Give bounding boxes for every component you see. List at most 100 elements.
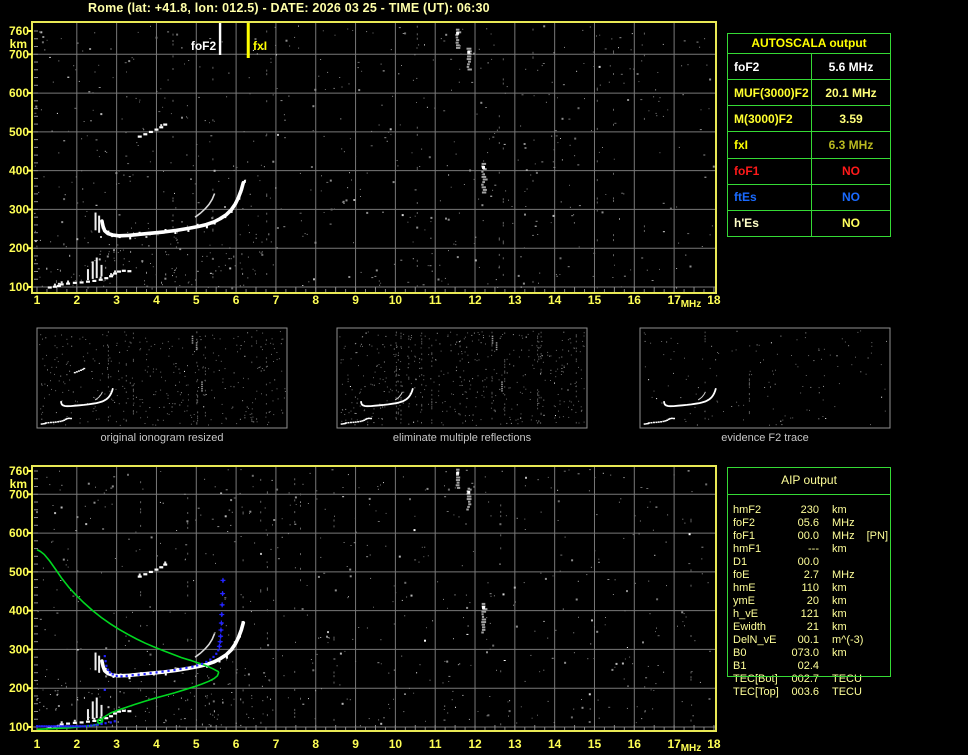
aip-value: 00.0 [797,530,819,542]
aip-value: 002.7 [791,673,819,685]
y-tick-label: 300 [9,642,29,656]
aip-name: foF1 [733,530,756,542]
aip-value: --- [808,543,819,555]
y-tick-label: 600 [9,526,29,540]
x-tick-label: 2 [73,293,80,307]
thumbnail-caption-original: original ionogram resized [100,432,224,444]
x-tick-label: 5 [193,293,200,307]
x-tick-label: 1 [34,737,41,751]
autoscala-row-label: MUF(3000)F2 [728,80,812,106]
svg-bottom-border [31,465,717,732]
marker-label-fxI: fxI [253,39,267,53]
svg-bottom-F-trace-retardation [94,652,101,673]
aip-name: B1 [733,660,747,672]
aip-unit: km [832,595,847,607]
aip-name: B0 [733,647,747,659]
x-tick-label: 5 [193,737,200,751]
aip-name: hmF1 [733,543,762,555]
aip-row-hve: h_vE 121 km [733,608,897,621]
svg-bottom-traces [36,468,488,731]
x-tick-label: 7 [273,293,280,307]
svg-top-interference-streaks [455,28,488,194]
aip-name: TEC[Bot] [733,673,778,685]
aip-row-foe: foE 2.7 MHz [733,569,897,582]
aip-name: D1 [733,556,748,568]
autoscala-table-header: AUTOSCALA output [728,34,890,54]
autoscala-output-table: AUTOSCALA output foF2 5.6 MHz MUF(3000)F2 2… [727,33,891,237]
aip-table-rows: hmF2 230 km foF2 05.6 MHz foF1 00.0 MHz [PN] hmF1 -… [733,504,897,699]
autoscala-row-value: 5.6 MHz [828,59,874,74]
aip-name: Ewidth [733,621,767,633]
aip-value: 20 [806,595,819,607]
aip-extra: [PN] [866,530,889,542]
marker-line-fxI [246,23,250,58]
y-tick-label: 500 [9,125,29,139]
aip-value: 21 [806,621,819,633]
y-tick-label: 600 [9,86,29,100]
autoscala-row-fxi: fxI 6.3 MHz [728,131,890,158]
y-tick-label: 100 [9,280,29,294]
x-tick-label: 17 [667,737,681,751]
aip-row-yme: ymE 20 km [733,595,897,608]
svg-top-E-layer-trace [47,269,132,289]
x-tick-label: 15 [588,293,602,307]
aip-output-table: AIP output hmF2 230 km foF2 05.6 MHz foF1 00.0 M… [727,467,899,707]
y-tick-label: 400 [9,164,29,178]
svg-top-noise [34,25,715,290]
aip-value: 110 [801,582,819,594]
x-tick-label: 9 [352,293,359,307]
y-tick-label: 760 [9,464,29,478]
y-tick-label: 300 [9,202,29,216]
aip-unit: MHz [832,569,855,581]
autoscala-row-fof1: foF1 NO [728,157,890,184]
x-tick-label: 7 [273,737,280,751]
thumbnail-caption-evidence: evidence F2 trace [721,432,809,444]
bottom-ionogram-plot: 100200300400500600700760km1 2 3 4 5 6 7 8 9 10 11 1… [9,464,721,754]
aip-row-delnve: DelN_vE 00.1 m^(-3) [733,634,897,647]
x-axis-unit: MHz [681,299,702,310]
aip-unit: km [832,621,847,633]
aip-unit: km [832,543,847,555]
autoscala-row-value: 6.3 MHz [828,137,874,152]
autoscala-row-fof2: foF2 5.6 MHz [728,54,890,80]
aip-row-b0: B0 073.0 km [733,647,897,660]
x-tick-label: 18 [707,293,721,307]
x-tick-label: 10 [389,293,403,307]
thumbnail-caption-eliminate: eliminate multiple reflections [392,432,532,444]
thumbnail-2 [639,327,891,429]
thumbnail-0 [36,327,288,429]
x-tick-label: 9 [352,737,359,751]
aip-name: DelN_vE [733,634,777,646]
y-tick-label: 500 [9,565,29,579]
autoscala-row-label: fxI [728,132,812,158]
x-tick-label: 3 [113,737,120,751]
x-tick-label: 6 [233,737,240,751]
autoscala-row-ftes: ftEs NO [728,183,890,210]
aip-value: 003.6 [791,686,819,698]
autoscala-row-label: foF1 [728,158,812,184]
aip-row-d1: D1 00.0 [733,556,897,569]
x-tick-label: 13 [508,737,522,751]
aip-value: 230 [800,504,819,516]
svg-top-grid [33,23,715,292]
thumbnail-border [36,327,288,429]
x-tick-label: 17 [667,293,681,307]
y-tick-label: 760 [9,24,29,38]
x-tick-label: 3 [113,293,120,307]
aip-value: 121 [800,608,819,620]
aip-unit: km [832,647,847,659]
autoscala-row-label: h'Es [728,210,812,236]
aip-unit: TECU [832,673,862,685]
aip-header-separator [727,494,891,495]
autoscala-row-value: 20.1 MHz [825,85,877,100]
svg-top-axis-labels: 100200300400500600700760km1 2 3 4 5 6 7 8 9 10 11 1… [9,24,721,310]
autoscala-row-label: ftEs [728,184,812,210]
x-axis-unit: MHz [681,743,702,754]
aip-name: TEC[Top] [733,686,779,698]
aip-unit: km [832,582,847,594]
x-tick-label: 11 [429,293,442,307]
aip-row-ewidth: Ewidth 21 km [733,621,897,634]
aip-unit: MHz [832,517,855,529]
svg-bottom-F-trace-O-mode-cusp [194,633,216,658]
autoscala-table-rows: foF2 5.6 MHz MUF(3000)F2 20.1 MHz M(3000)F2 3… [728,54,890,236]
